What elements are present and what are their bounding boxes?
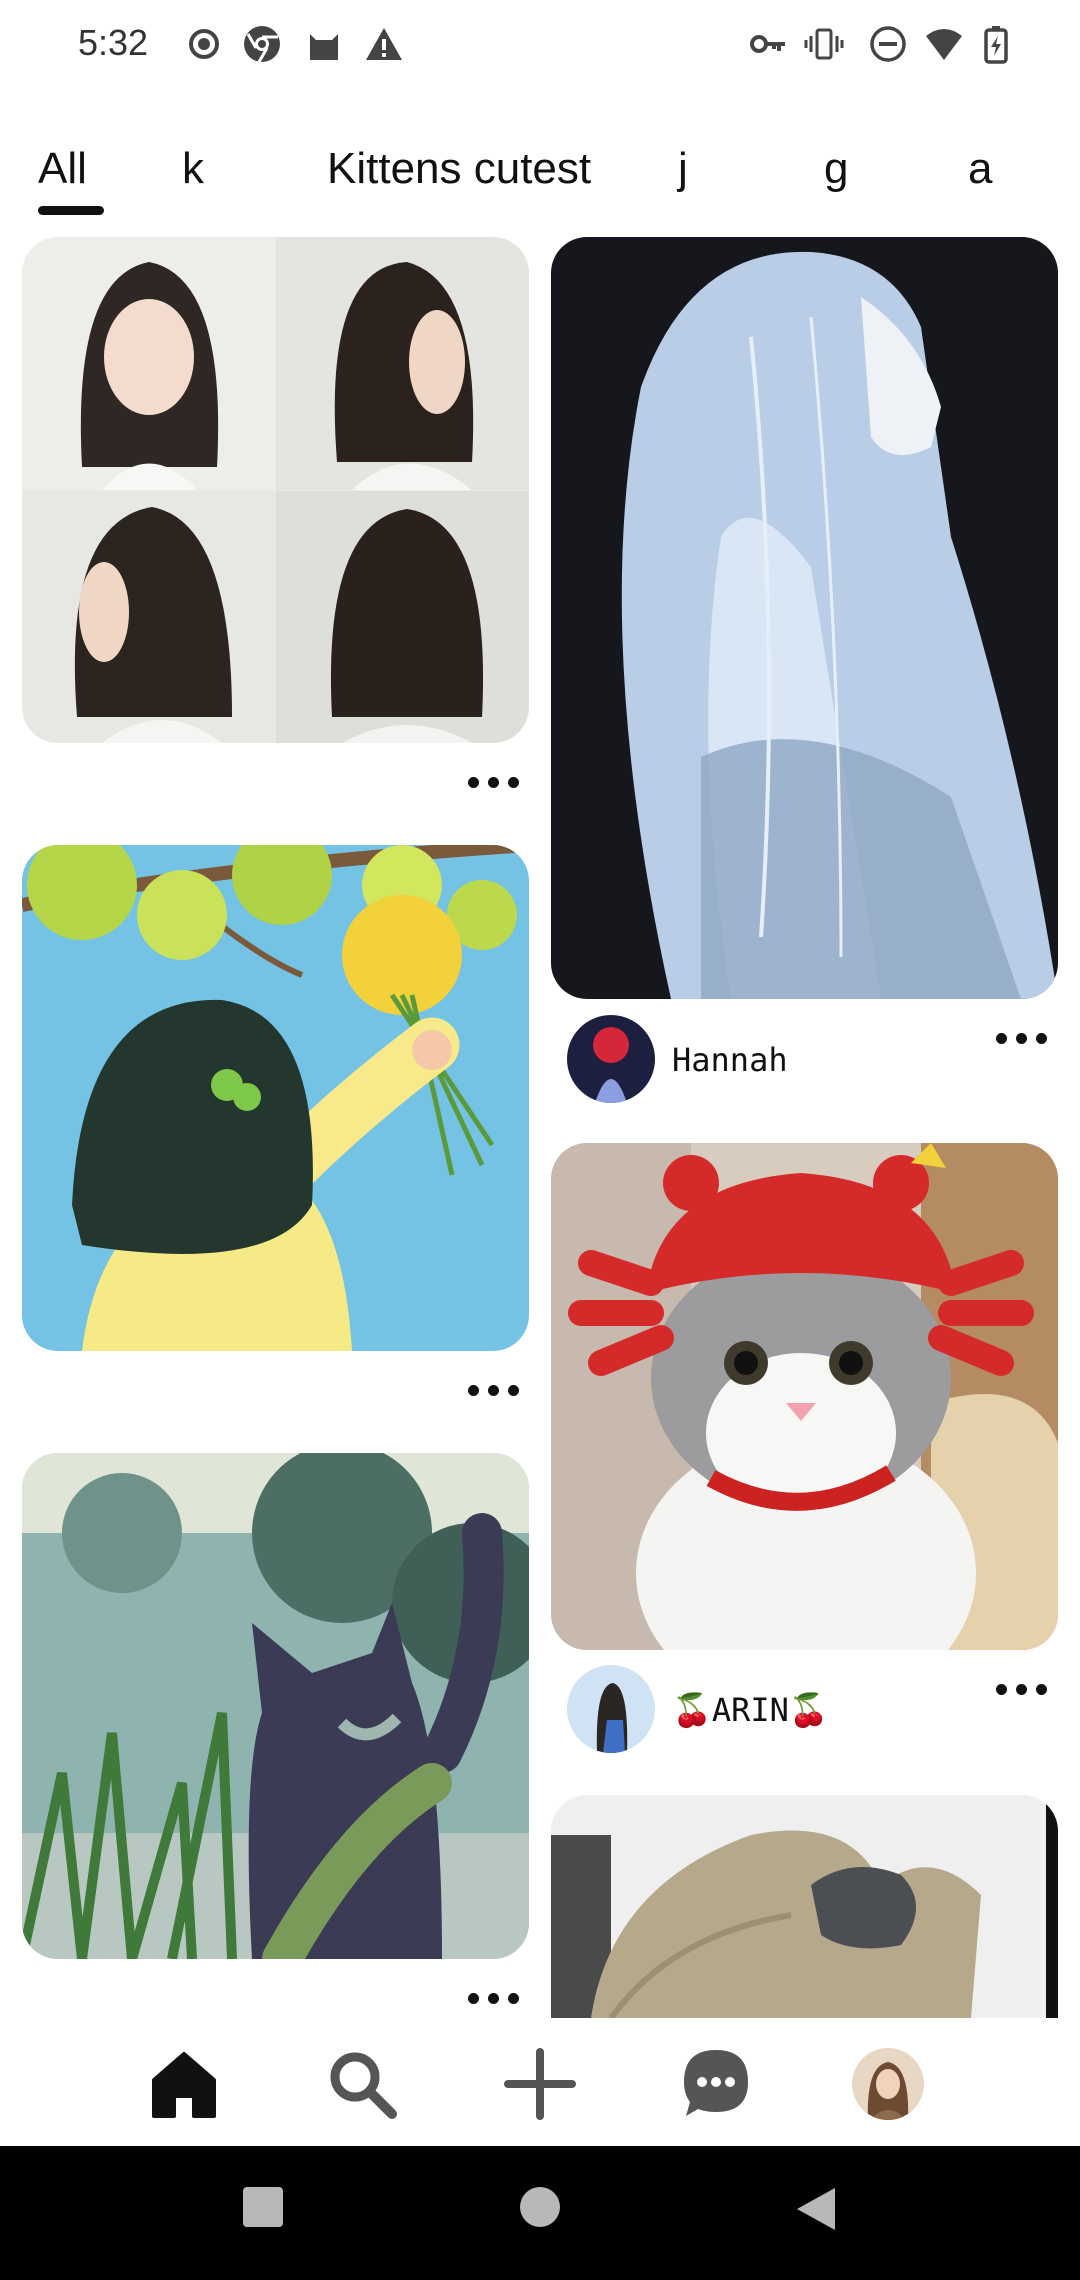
pin-author[interactable]: 🍒ARIN🍒 [567, 1665, 987, 1755]
tab-all[interactable]: All [38, 144, 87, 194]
pin-author[interactable]: Hannah [567, 1015, 987, 1105]
girl-holding-flowers-illustration [22, 845, 529, 1351]
pin-more-button[interactable] [466, 1988, 522, 2008]
system-navigation-bar [0, 2146, 1080, 2280]
author-name: 🍒ARIN🍒 [672, 1691, 829, 1729]
author-avatar [567, 1665, 655, 1753]
do-not-disturb-icon [870, 26, 906, 62]
home-circle-icon[interactable] [519, 2186, 561, 2228]
board-tabs: All k Kittens cutest j g a [0, 130, 1080, 220]
pin-hairstyle-collage[interactable] [22, 237, 529, 743]
cat-in-crab-hat-photo [551, 1143, 1058, 1650]
chrome-icon [244, 26, 280, 63]
create-plus-icon[interactable] [500, 2044, 580, 2124]
selected-tab-indicator [38, 206, 104, 215]
profile-avatar[interactable] [852, 2048, 924, 2120]
tab-a[interactable]: a [968, 144, 992, 194]
pin-hair-scrunchie[interactable] [551, 1795, 1058, 2018]
battery-charging-icon [984, 26, 1008, 64]
cat-app-icon [310, 34, 338, 60]
messages-icon[interactable] [676, 2044, 756, 2124]
author-name: Hannah [672, 1041, 788, 1079]
pin-silver-hair-portrait[interactable] [551, 237, 1058, 999]
hairstyle-collage-image [22, 237, 529, 743]
bottom-navigation [0, 2018, 1080, 2146]
pin-more-button[interactable] [994, 1679, 1050, 1699]
black-cat-illustration [22, 1453, 529, 1959]
pin-more-button[interactable] [466, 772, 522, 792]
pin-more-button[interactable] [994, 1028, 1050, 1048]
pin-black-cat[interactable] [22, 1453, 529, 1959]
status-time: 5:32 [78, 22, 149, 63]
pin-more-button[interactable] [466, 1380, 522, 1400]
recents-square-icon[interactable] [242, 2186, 284, 2228]
silver-hair-anime-portrait [551, 237, 1058, 999]
warning-icon [366, 28, 402, 60]
home-icon[interactable] [144, 2044, 224, 2124]
hair-scrunchie-photo [551, 1795, 1058, 2018]
wifi-icon [926, 29, 962, 60]
search-icon[interactable] [322, 2044, 402, 2124]
back-triangle-icon[interactable] [795, 2186, 837, 2232]
pin-cat-crab-hat[interactable] [551, 1143, 1058, 1650]
tab-g[interactable]: g [824, 144, 848, 194]
vpn-key-icon [750, 35, 785, 53]
status-bar: 5:32 [0, 0, 1080, 90]
pin-girl-flowers[interactable] [22, 845, 529, 1351]
tab-kittens-cutest[interactable]: Kittens cutest [327, 144, 591, 194]
record-icon [189, 29, 219, 59]
tab-j[interactable]: j [678, 144, 688, 194]
tab-k[interactable]: k [182, 144, 204, 194]
author-avatar [567, 1015, 655, 1103]
vibrate-icon [804, 28, 844, 60]
